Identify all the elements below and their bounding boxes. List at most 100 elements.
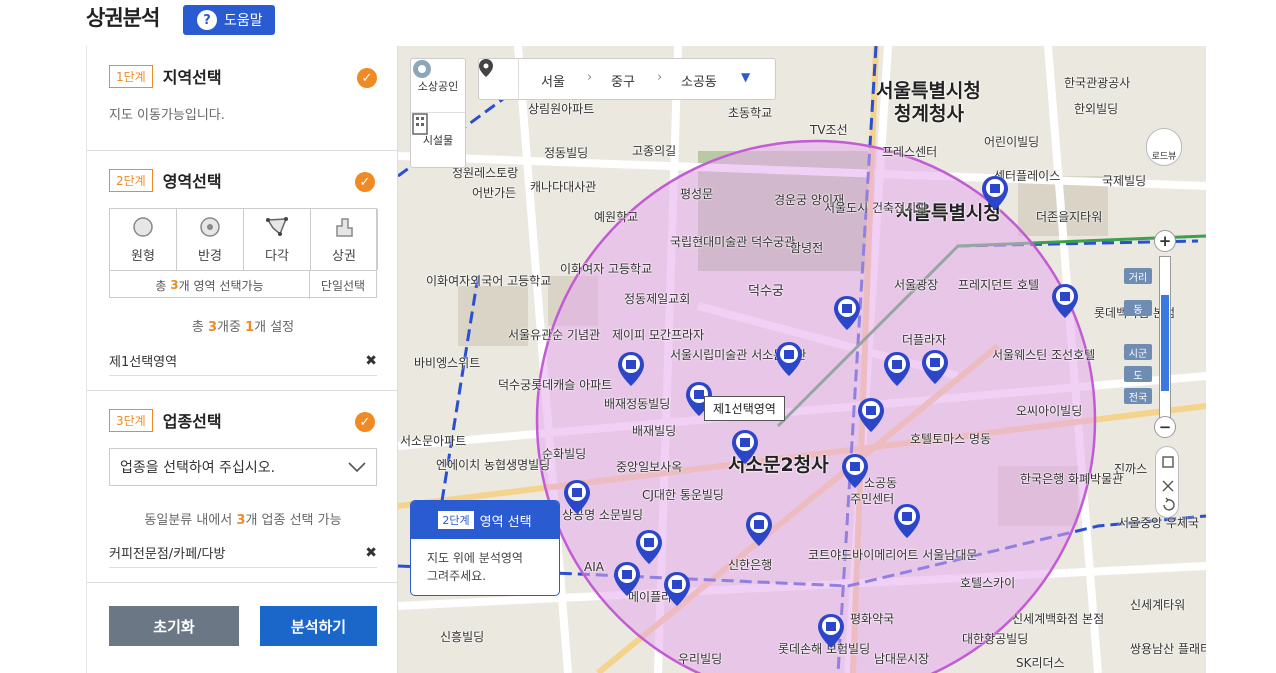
sidebar: 1단계 지역선택 ✓ 지도 이동가능입니다. 2단계 영역선택 ✓ 원형 반경 … — [86, 46, 399, 673]
store-pin-icon[interactable] — [618, 352, 644, 386]
area-count: 3 — [170, 278, 179, 292]
shop-layer-button[interactable]: 소상공인 — [411, 59, 465, 113]
building-icon — [412, 113, 428, 135]
location-district[interactable]: 중구 — [611, 71, 635, 90]
store-pin-icon[interactable] — [776, 342, 802, 376]
divider — [87, 390, 399, 391]
step1-check-icon: ✓ — [357, 68, 377, 88]
step2-check-icon: ✓ — [355, 172, 375, 192]
step-tooltip: 2단계 영역 선택 지도 위에 분석영역 그려주세요. — [410, 500, 560, 596]
area-measure-icon[interactable] — [1162, 480, 1174, 492]
dropdown-value: 업종을 선택하여 주십시오. — [120, 460, 276, 476]
help-label: 도움말 — [224, 13, 263, 29]
step3-check-icon: ✓ — [355, 412, 375, 432]
caret-down-icon[interactable]: ▼ — [741, 70, 750, 84]
store-pin-icon[interactable] — [858, 398, 884, 432]
selected-industry-label: 커피전문점/카페/다방 — [109, 547, 226, 562]
radius-icon — [200, 216, 220, 237]
help-button[interactable]: ? 도움말 — [183, 5, 275, 35]
step2-header: 2단계 영역선택 — [109, 168, 222, 192]
circle-icon — [133, 216, 153, 237]
shape-district-button[interactable]: 상권 — [311, 209, 378, 270]
map-view[interactable]: 서울특별시청 청계청사 서울특별시청 서소문2청사 서울광장 덕수궁 경운궁 양… — [398, 46, 1206, 673]
selected-area-row: 제1선택영역 ✖ — [109, 346, 377, 376]
analyze-button[interactable]: 분석하기 — [260, 606, 377, 646]
chevron-right-icon: › — [657, 70, 663, 85]
question-icon: ? — [197, 10, 217, 30]
remove-industry-icon[interactable]: ✖ — [365, 545, 377, 561]
step1-hint: 지도 이동가능입니다. — [109, 108, 225, 123]
roadview-button[interactable]: 로드뷰 — [1146, 128, 1182, 166]
map-layer-tools: 소상공인 시설물 — [410, 58, 466, 168]
reset-view-icon[interactable] — [1163, 497, 1175, 511]
divider — [87, 582, 399, 583]
step1-badge: 1단계 — [109, 64, 153, 88]
zoom-level-label[interactable]: 전국 — [1124, 388, 1152, 404]
location-city[interactable]: 서울 — [541, 71, 565, 90]
roadview-label: 로드뷰 — [1151, 152, 1177, 162]
zoom-out-button[interactable]: − — [1154, 416, 1176, 438]
tooltip-badge: 2단계 — [438, 511, 474, 529]
industry-dropdown[interactable]: 업종을 선택하여 주십시오. — [109, 448, 377, 486]
step2-badge: 2단계 — [109, 168, 153, 192]
store-pin-icon[interactable] — [1052, 284, 1078, 318]
note-text: 동일분류 내에서 — [144, 513, 233, 528]
store-pin-icon[interactable] — [818, 614, 844, 648]
facility-layer-button[interactable]: 시설물 — [411, 113, 465, 167]
store-pin-icon[interactable] — [564, 480, 590, 514]
area-summary: 총 3개중 1개 설정 — [87, 316, 399, 335]
zoom-level-label[interactable]: 도 — [1124, 366, 1152, 382]
remove-area-icon[interactable]: ✖ — [365, 353, 377, 369]
chevron-right-icon: › — [587, 70, 593, 85]
divider — [87, 150, 399, 151]
shop-icon — [413, 60, 431, 78]
shape-label: 반경 — [198, 248, 222, 264]
zoom-in-button[interactable]: + — [1154, 230, 1176, 252]
step1-section: 1단계 지역선택 ✓ 지도 이동가능입니다. — [87, 46, 399, 150]
store-pin-icon[interactable] — [614, 562, 640, 596]
polygon-icon — [266, 216, 288, 236]
tooltip-header: 2단계 영역 선택 — [411, 501, 559, 539]
shape-radius-button[interactable]: 반경 — [177, 209, 244, 270]
zoom-slider[interactable] — [1159, 256, 1171, 418]
location-selector[interactable]: 서울 › 중구 › 소공동 ▼ — [478, 58, 776, 100]
store-pin-icon[interactable] — [732, 430, 758, 464]
note-text: 개중 — [217, 320, 241, 335]
step3-badge: 3단계 — [109, 408, 153, 432]
note-text: 개 업종 선택 가능 — [245, 513, 342, 528]
ruler-icon[interactable] — [1162, 456, 1174, 468]
shape-circle-button[interactable]: 원형 — [110, 209, 177, 270]
map-extra-tools — [1155, 446, 1179, 518]
zoom-level-label[interactable]: 동 — [1124, 300, 1152, 316]
store-pin-icon[interactable] — [746, 512, 772, 546]
store-pin-icon[interactable] — [922, 350, 948, 384]
store-pin-icon[interactable] — [894, 504, 920, 538]
shape-polygon-button[interactable]: 다각 — [244, 209, 311, 270]
reset-button[interactable]: 초기화 — [109, 606, 239, 646]
note-text: 개 영역 선택가능 — [178, 278, 264, 293]
store-pin-icon[interactable] — [982, 176, 1008, 210]
shape-label: 원형 — [131, 248, 155, 264]
tooltip-title: 영역 선택 — [479, 514, 532, 530]
location-pin-icon — [479, 59, 519, 99]
zoom-level-label[interactable]: 시군 — [1124, 344, 1152, 360]
single-select-toggle[interactable]: 단일선택 — [310, 271, 376, 299]
zoom-control: + − 거리 동 시군 도 전국 — [1124, 230, 1176, 440]
store-pin-icon[interactable] — [884, 352, 910, 386]
store-pin-icon[interactable] — [636, 530, 662, 564]
store-pin-icon[interactable] — [834, 296, 860, 330]
page-title: 상권분석 — [86, 6, 160, 30]
selected-area-label: 제1선택영역 — [109, 355, 178, 370]
store-pin-icon[interactable] — [664, 572, 690, 606]
store-pin-icon[interactable] — [842, 454, 868, 488]
tool-label: 소상공인 — [417, 79, 459, 93]
chevron-down-icon — [348, 462, 366, 472]
location-dong[interactable]: 소공동 — [681, 71, 717, 90]
industry-note: 동일분류 내에서 3개 업종 선택 가능 — [87, 509, 399, 528]
step3-title: 업종선택 — [162, 412, 222, 431]
note-text: 총 — [155, 278, 167, 293]
zoom-level-label[interactable]: 거리 — [1124, 268, 1152, 284]
summary-set: 1 — [245, 320, 255, 335]
summary-total: 3 — [207, 320, 218, 335]
note-text: 총 — [191, 320, 204, 335]
